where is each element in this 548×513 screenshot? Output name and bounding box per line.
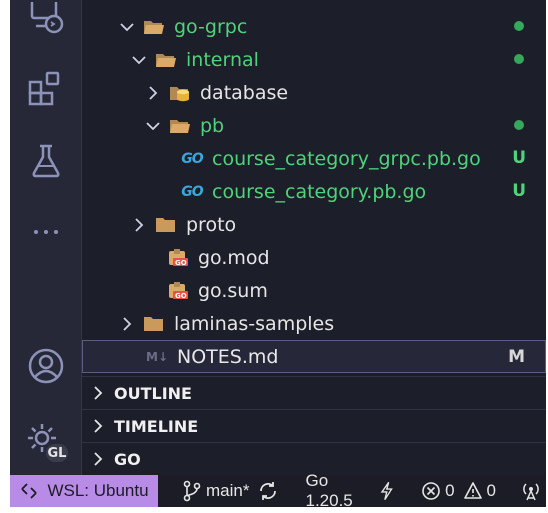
folder-open-icon bbox=[168, 116, 192, 136]
go-version-label: Go 1.20.5 bbox=[305, 471, 353, 507]
vscode-window: GL go-grpc internal database pb GO cours… bbox=[10, 0, 546, 507]
problems-indicator[interactable]: 0 0 bbox=[421, 481, 496, 501]
remote-indicator[interactable]: WSL: Ubuntu bbox=[10, 475, 159, 507]
remote-label: WSL: Ubuntu bbox=[47, 481, 149, 500]
tree-label: NOTES.md bbox=[177, 345, 279, 368]
tree-label: pb bbox=[200, 114, 225, 137]
remote-icon bbox=[21, 483, 38, 499]
section-label: OUTLINE bbox=[114, 383, 192, 403]
tree-label: course_category_grpc.pb.go bbox=[212, 147, 481, 170]
lightning-icon bbox=[380, 481, 393, 501]
git-branch[interactable]: main* bbox=[182, 480, 249, 502]
svg-text:GO: GO bbox=[175, 292, 187, 300]
git-status-dot bbox=[514, 120, 524, 130]
database-folder-icon bbox=[168, 83, 192, 103]
tree-folder-go-grpc[interactable]: go-grpc bbox=[82, 10, 546, 43]
tree-folder-proto[interactable]: proto bbox=[82, 208, 546, 241]
section-label: TIMELINE bbox=[114, 416, 199, 436]
tree-label: go.sum bbox=[198, 279, 268, 302]
git-status-badge: U bbox=[512, 148, 526, 168]
go-mod-icon: GO bbox=[166, 281, 190, 301]
tree-label: go-grpc bbox=[174, 15, 248, 38]
folder-open-icon bbox=[142, 17, 166, 37]
folder-open-icon bbox=[154, 50, 178, 70]
tree-label: go.mod bbox=[198, 246, 270, 269]
account-icon[interactable] bbox=[10, 346, 81, 386]
account-badge: GL bbox=[44, 442, 70, 464]
git-status-badge: U bbox=[512, 181, 526, 201]
tree-file-course-category-grpc[interactable]: GO course_category_grpc.pb.go U bbox=[82, 142, 546, 175]
tree-label: database bbox=[200, 81, 289, 104]
activity-bar: GL bbox=[10, 0, 81, 475]
warning-count: 0 bbox=[486, 481, 496, 500]
broadcast-button[interactable] bbox=[520, 480, 546, 502]
chevron-right-icon bbox=[144, 84, 162, 102]
svg-text:GO: GO bbox=[175, 259, 187, 267]
testing-icon[interactable] bbox=[10, 142, 81, 180]
go-version[interactable]: Go 1.20.5 bbox=[305, 471, 397, 507]
error-count: 0 bbox=[445, 481, 455, 500]
sync-icon bbox=[260, 482, 277, 500]
go-file-icon: GO bbox=[181, 150, 203, 167]
branch-label: main* bbox=[206, 481, 250, 500]
section-label: GO bbox=[114, 449, 141, 469]
section-outline[interactable]: OUTLINE bbox=[82, 376, 546, 409]
markdown-icon: M↓ bbox=[146, 349, 168, 364]
tree-folder-internal[interactable]: internal bbox=[82, 43, 546, 76]
tree-label: course_category.pb.go bbox=[212, 180, 427, 203]
chevron-down-icon bbox=[144, 117, 162, 135]
extensions-icon[interactable] bbox=[10, 70, 81, 110]
broadcast-icon bbox=[523, 483, 539, 501]
chevron-down-icon bbox=[118, 18, 136, 36]
tree-file-go-sum[interactable]: GO go.sum bbox=[82, 274, 546, 307]
git-status-badge: M bbox=[508, 347, 525, 367]
more-icon[interactable] bbox=[10, 220, 81, 244]
tree-label: internal bbox=[186, 48, 259, 71]
go-mod-icon: GO bbox=[166, 248, 190, 268]
tree-folder-laminas-samples[interactable]: laminas-samples bbox=[82, 307, 546, 340]
remote-explorer-icon[interactable] bbox=[10, 2, 81, 36]
warning-icon bbox=[463, 482, 482, 499]
folder-icon bbox=[142, 314, 166, 334]
tree-file-course-category[interactable]: GO course_category.pb.go U bbox=[82, 175, 546, 208]
tree-file-go-mod[interactable]: GO go.mod bbox=[82, 241, 546, 274]
chevron-right-icon bbox=[118, 315, 136, 333]
tree-folder-database[interactable]: database bbox=[82, 76, 546, 109]
git-status-dot bbox=[514, 21, 524, 31]
explorer-sidebar: go-grpc internal database pb GO course_c… bbox=[81, 0, 546, 475]
chevron-right-icon bbox=[90, 385, 108, 401]
go-file-icon: GO bbox=[181, 183, 203, 200]
tree-file-notes-md[interactable]: M↓ NOTES.md M bbox=[82, 340, 546, 373]
folder-icon bbox=[154, 215, 178, 235]
tree-label: laminas-samples bbox=[174, 312, 335, 335]
chevron-down-icon bbox=[130, 51, 148, 69]
git-status-dot bbox=[514, 54, 524, 64]
tree-folder-pb[interactable]: pb bbox=[82, 109, 546, 142]
tree-label: proto bbox=[186, 213, 237, 236]
chevron-right-icon bbox=[130, 216, 148, 234]
status-bar: WSL: Ubuntu main* Go 1.20.5 0 0 bbox=[10, 471, 546, 507]
branch-icon bbox=[183, 480, 201, 502]
error-icon bbox=[422, 482, 440, 500]
section-timeline[interactable]: TIMELINE bbox=[82, 409, 546, 442]
sync-button[interactable] bbox=[257, 480, 283, 502]
chevron-right-icon bbox=[90, 451, 108, 467]
chevron-right-icon bbox=[90, 418, 108, 434]
